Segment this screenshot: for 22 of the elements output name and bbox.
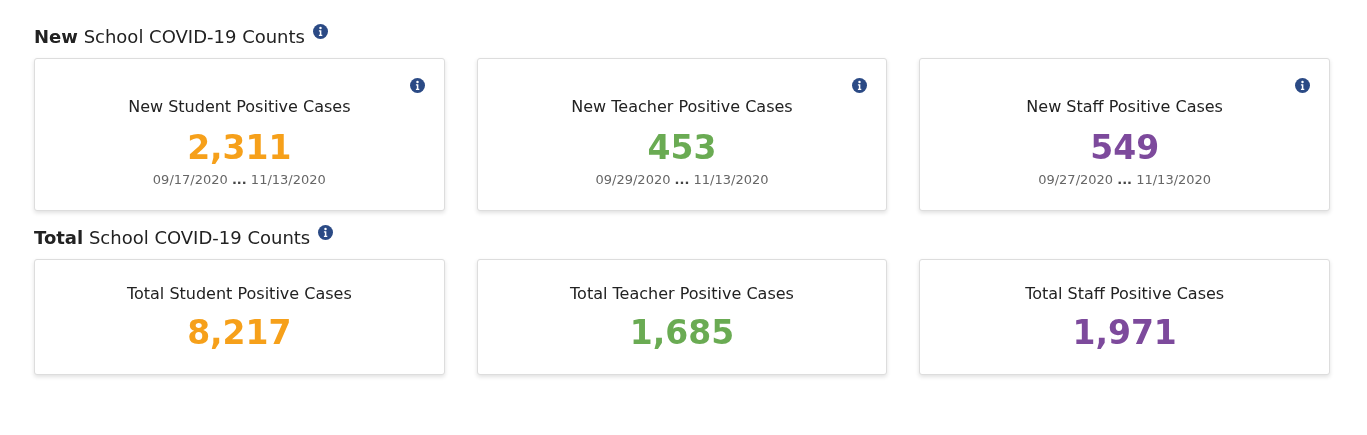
case-count: 2,311 [187,127,292,169]
case-count: 1,685 [629,312,735,354]
card-label: Total Teacher Positive Cases [570,283,794,305]
date-range: 09/17/2020 ... 11/13/2020 [152,171,326,189]
section-title: New School COVID-19 Counts [34,25,305,49]
case-count: 1,971 [1072,312,1177,354]
info-icon[interactable] [318,225,334,240]
card-label: New Student Positive Cases [128,96,351,118]
case-count: 453 [647,127,717,169]
card-label: Total Student Positive Cases [126,283,352,305]
date-range: 09/27/2020 ... 11/13/2020 [1038,171,1212,189]
card-label: New Teacher Positive Cases [571,96,793,118]
case-count: 549 [1090,127,1160,169]
info-icon[interactable] [1295,78,1310,93]
info-icon[interactable] [409,78,425,93]
info-icon[interactable] [312,24,328,39]
card-label: New Staff Positive Cases [1026,96,1223,118]
case-count: 8,217 [187,312,292,354]
date-range: 09/29/2020 ... 11/13/2020 [595,171,769,189]
info-icon[interactable] [852,78,868,93]
card-label: Total Staff Positive Cases [1025,283,1225,305]
section-title: Total School COVID-19 Counts [34,226,311,250]
